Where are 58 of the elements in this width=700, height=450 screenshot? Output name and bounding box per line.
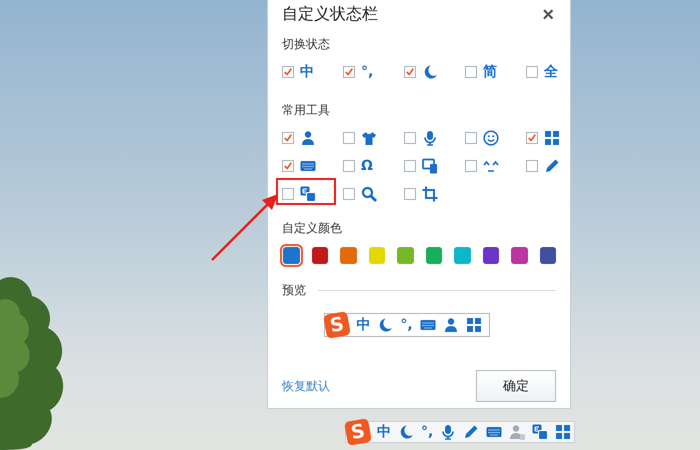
- app-logo: S: [323, 311, 352, 339]
- pencil-icon: [463, 424, 480, 440]
- color-swatch[interactable]: [540, 247, 556, 264]
- color-swatch[interactable]: [454, 247, 470, 264]
- checkbox[interactable]: [465, 132, 477, 144]
- checkbox[interactable]: [465, 66, 477, 78]
- ok-button[interactable]: 确定: [476, 370, 556, 402]
- close-button[interactable]: ×: [540, 4, 556, 24]
- checkbox[interactable]: [343, 132, 355, 144]
- color-swatch[interactable]: [511, 247, 528, 264]
- glyph-label: °,: [400, 317, 413, 333]
- checkbox[interactable]: [282, 66, 294, 78]
- color-swatch[interactable]: [368, 247, 385, 264]
- glyph-label: 中: [300, 64, 314, 80]
- checkbox[interactable]: [526, 132, 538, 144]
- color-swatch[interactable]: [340, 247, 356, 264]
- checkbox[interactable]: [282, 188, 294, 200]
- section-heading: 自定义颜色: [282, 220, 343, 237]
- checkbox[interactable]: [404, 66, 416, 78]
- checkbox[interactable]: [404, 132, 416, 144]
- glyph-label: °,: [361, 64, 374, 80]
- glyph-label: 全: [544, 64, 558, 80]
- restore-defaults-link[interactable]: 恢复默认: [282, 378, 330, 394]
- color-swatch[interactable]: [283, 247, 300, 264]
- section-heading: 预览: [282, 282, 306, 299]
- keyboard-icon: [420, 317, 436, 333]
- checkbox[interactable]: [404, 160, 416, 172]
- color-swatch[interactable]: [397, 247, 414, 264]
- glyph-label: Ω: [361, 158, 373, 174]
- checkbox[interactable]: [404, 188, 416, 200]
- checkbox[interactable]: [282, 132, 294, 144]
- translate-icon: [532, 424, 548, 440]
- translate-icon: [300, 186, 316, 202]
- checkbox[interactable]: [343, 188, 355, 200]
- moon-icon: [377, 317, 394, 333]
- microphone-icon: [440, 424, 456, 440]
- checkbox[interactable]: [343, 66, 355, 78]
- grid-icon: [555, 424, 572, 440]
- section-heading: 切换状态: [282, 36, 331, 53]
- checkbox[interactable]: [465, 160, 477, 172]
- person-icon: [509, 424, 526, 440]
- moon-icon: [398, 424, 414, 440]
- checkbox[interactable]: [526, 66, 538, 78]
- color-swatch[interactable]: [482, 247, 499, 264]
- section-heading: 常用工具: [282, 102, 331, 119]
- dialog-title: 自定义状态栏: [282, 4, 378, 25]
- grid-icon: [466, 317, 482, 333]
- keyboard-icon: [486, 424, 502, 440]
- checkbox[interactable]: [343, 160, 355, 172]
- color-swatch[interactable]: [312, 247, 328, 264]
- checkbox[interactable]: [282, 160, 294, 172]
- color-swatch[interactable]: [426, 247, 442, 264]
- glyph-label: 中: [356, 317, 370, 333]
- checkbox[interactable]: [526, 160, 538, 172]
- person-icon: [442, 317, 459, 333]
- glyph-label: 简: [483, 64, 497, 80]
- glyph-label: 中: [377, 424, 391, 440]
- glyph-label: °,: [421, 424, 434, 440]
